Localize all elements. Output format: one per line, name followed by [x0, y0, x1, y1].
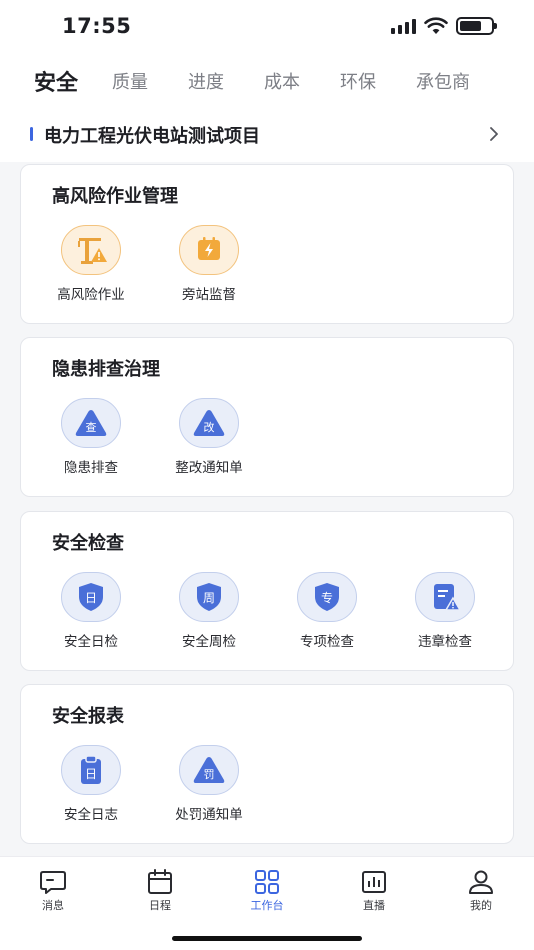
status-icons — [391, 16, 497, 36]
tab-environment[interactable]: 环保 — [340, 68, 376, 94]
section-title: 隐患排查治理 — [52, 359, 160, 380]
violation-doc-icon — [415, 572, 475, 622]
icon-glyph: 改 — [204, 420, 215, 434]
icon-glyph: 罚 — [204, 768, 215, 781]
item-label: 专项检查 — [300, 634, 354, 650]
penalty-notice-button[interactable]: 罚 处罚通知单 — [149, 745, 269, 823]
nav-label: 消息 — [42, 899, 64, 912]
hazard-check-button[interactable]: 查 隐患排查 — [31, 398, 151, 476]
status-bar: 17:55 — [0, 0, 534, 56]
section-title: 高风险作业管理 — [52, 186, 178, 207]
rectify-notice-button[interactable]: 改 整改通知单 — [149, 398, 269, 476]
item-label: 安全周检 — [182, 634, 236, 650]
nav-live[interactable]: 直播 — [334, 869, 414, 913]
project-title: 电力工程光伏电站测试项目 — [44, 126, 260, 147]
icon-glyph: 查 — [86, 420, 97, 434]
card-inspection: 安全检查 日 安全日检 周 安全周检 专 专项检查 违章检查 — [20, 511, 514, 671]
chevron-right-icon — [490, 127, 498, 141]
onsite-supervision-button[interactable]: 旁站监督 — [149, 225, 269, 303]
item-label: 隐患排查 — [64, 460, 118, 476]
log-clipboard-icon: 日 — [61, 745, 121, 795]
project-selector[interactable]: 电力工程光伏电站测试项目 — [0, 106, 534, 162]
module-tabs: 安全 质量 进度 成本 环保 承包商 — [0, 56, 534, 106]
special-check-button[interactable]: 专 专项检查 — [267, 572, 387, 650]
crane-warning-icon — [61, 225, 121, 275]
special-shield-icon: 专 — [297, 572, 357, 622]
nav-profile[interactable]: 我的 — [441, 869, 521, 913]
wifi-icon — [424, 17, 448, 34]
item-label: 处罚通知单 — [175, 807, 243, 823]
card-hazard: 隐患排查治理 查 隐患排查 改 整改通知单 — [20, 337, 514, 497]
nav-messages[interactable]: 消息 — [13, 869, 93, 913]
high-risk-work-button[interactable]: 高风险作业 — [31, 225, 151, 303]
tab-cost[interactable]: 成本 — [264, 68, 300, 94]
nav-workbench[interactable]: 工作台 — [227, 869, 307, 913]
item-label: 高风险作业 — [57, 287, 125, 303]
penalty-triangle-icon: 罚 — [179, 745, 239, 795]
item-label: 整改通知单 — [175, 460, 243, 476]
rectify-triangle-icon: 改 — [179, 398, 239, 448]
calendar-icon — [148, 869, 172, 894]
card-reports: 安全报表 日 安全日志 罚 处罚通知单 — [20, 684, 514, 844]
violation-check-button[interactable]: 违章检查 — [385, 572, 505, 650]
home-indicator — [172, 936, 362, 941]
item-label: 旁站监督 — [182, 287, 236, 303]
battery-icon — [456, 17, 497, 35]
nav-label: 直播 — [363, 899, 385, 912]
nav-label: 日程 — [149, 899, 171, 912]
tab-progress[interactable]: 进度 — [188, 68, 224, 94]
card-high-risk: 高风险作业管理 高风险作业 旁站监督 — [20, 164, 514, 324]
section-title: 安全检查 — [52, 533, 124, 554]
project-accent-bar — [30, 127, 33, 141]
section-title: 安全报表 — [52, 706, 124, 727]
daily-check-button[interactable]: 日 安全日检 — [31, 572, 151, 650]
lightning-badge-icon — [179, 225, 239, 275]
status-time: 17:55 — [62, 14, 132, 38]
daily-shield-icon: 日 — [61, 572, 121, 622]
weekly-check-button[interactable]: 周 安全周检 — [149, 572, 269, 650]
live-chart-icon — [362, 871, 386, 893]
icon-glyph: 专 — [321, 590, 333, 605]
nav-label: 工作台 — [250, 899, 284, 912]
grid-icon — [255, 870, 279, 894]
tab-quality[interactable]: 质量 — [112, 68, 148, 94]
icon-glyph: 日 — [85, 767, 97, 781]
icon-glyph: 日 — [85, 591, 97, 605]
item-label: 安全日志 — [64, 807, 118, 823]
item-label: 违章检查 — [418, 634, 472, 650]
safety-log-button[interactable]: 日 安全日志 — [31, 745, 151, 823]
weekly-shield-icon: 周 — [179, 572, 239, 622]
nav-schedule[interactable]: 日程 — [120, 869, 200, 913]
cellular-signal-icon — [391, 18, 416, 34]
check-triangle-icon: 查 — [61, 398, 121, 448]
item-label: 安全日检 — [64, 634, 118, 650]
message-icon — [40, 871, 66, 894]
tab-contractor[interactable]: 承包商 — [416, 68, 470, 94]
nav-label: 我的 — [470, 899, 492, 912]
icon-glyph: 周 — [203, 591, 215, 605]
user-icon — [469, 870, 493, 894]
tab-safety[interactable]: 安全 — [34, 65, 78, 97]
